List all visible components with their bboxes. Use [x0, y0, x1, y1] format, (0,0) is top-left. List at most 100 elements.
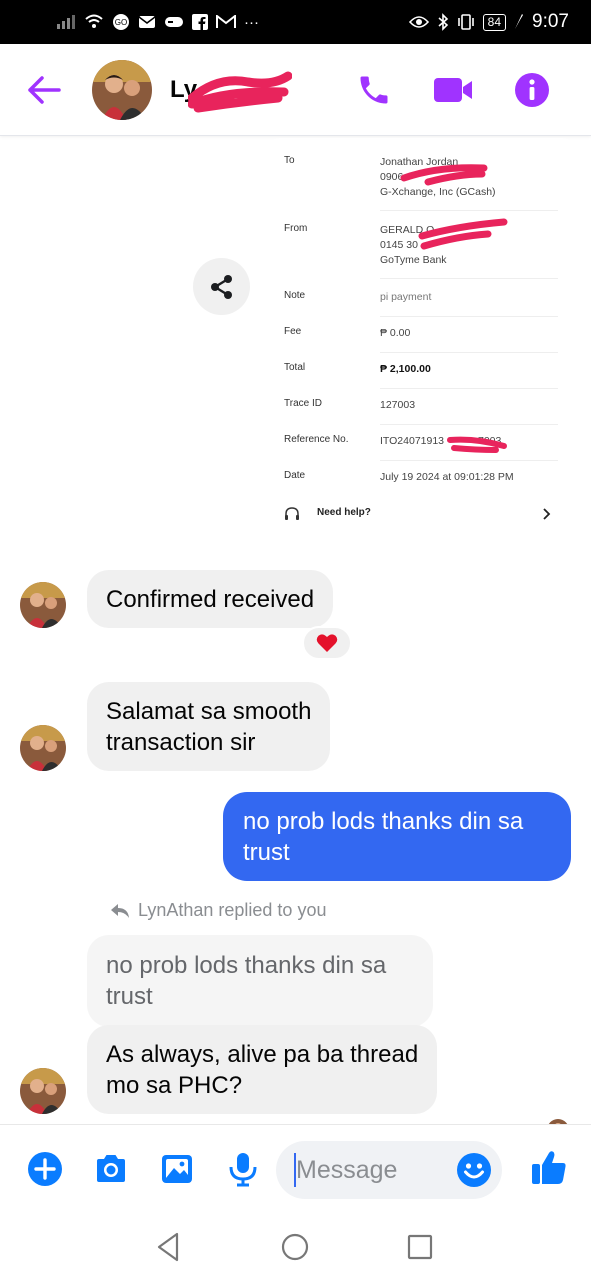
receipt-fee-row: Fee ₱ 0.00: [284, 326, 558, 362]
status-bar: GO ··· 84 9:07: [0, 0, 591, 44]
divider: [380, 316, 558, 317]
receipt-help-label: Need help?: [317, 507, 371, 518]
quoted-text-line: no prob lods thanks din sa: [106, 952, 387, 979]
receipt-date-label: Date: [284, 470, 306, 481]
receipt-trace-value: 127003: [380, 399, 416, 411]
message-text-line: Salamat sa smooth: [106, 698, 312, 725]
divider: [380, 278, 558, 279]
avatar-photo: [20, 582, 66, 628]
contact-avatar[interactable]: [92, 60, 152, 120]
plus-icon[interactable]: [27, 1151, 63, 1187]
redaction-scribble: [400, 164, 488, 186]
message-bubble-received[interactable]: As always, alive pa ba thread mo sa PHC?: [87, 1025, 438, 1114]
message-input-container[interactable]: [276, 1141, 502, 1199]
message-composer: [0, 1124, 591, 1216]
redaction-scribble: [418, 218, 508, 250]
receipt-reference-value: ITO24071913: [380, 435, 445, 447]
back-arrow-icon[interactable]: [26, 74, 62, 106]
camera-icon[interactable]: [93, 1151, 129, 1187]
share-icon: [210, 274, 232, 299]
message-text-line: trust: [243, 839, 290, 866]
message-input[interactable]: [296, 1151, 446, 1189]
svg-text:GO: GO: [115, 18, 127, 27]
facebook-icon: [192, 14, 208, 30]
avatar-photo: [92, 60, 152, 120]
receipt-help-row[interactable]: Need help?: [284, 506, 558, 530]
redaction-scribble: [447, 436, 507, 453]
battery-level: 84: [482, 13, 507, 31]
share-button[interactable]: [193, 258, 250, 315]
eye-icon: [408, 16, 429, 28]
heart-icon: [316, 634, 338, 652]
receipt-from-label: From: [284, 223, 308, 234]
clock: 9:07: [532, 11, 569, 32]
home-nav-icon[interactable]: [278, 1230, 312, 1264]
quoted-message[interactable]: no prob lods thanks din sa trust: [87, 935, 433, 1027]
chat-header: Ly: [0, 44, 591, 136]
receipt-fee-value: ₱ 0.00: [380, 327, 411, 339]
headset-icon: [285, 507, 299, 520]
avatar-photo: [20, 725, 66, 771]
message-text: Confirmed received: [106, 586, 315, 613]
gmail-icon: [216, 15, 236, 28]
receipt-total-row: Total ₱ 2,100.00: [284, 362, 558, 398]
system-navigation-bar: [0, 1216, 591, 1280]
divider: [380, 388, 558, 389]
receipt-from-number: 0145 30: [380, 239, 418, 251]
message-bubble-received[interactable]: Salamat sa smooth transaction sir: [87, 682, 331, 771]
signal-icon: [57, 15, 75, 29]
receipt-to-label: To: [284, 155, 295, 166]
quoted-text-line: trust: [106, 983, 153, 1010]
wifi-icon: [85, 14, 103, 28]
more-icon: ···: [244, 13, 259, 31]
back-nav-icon[interactable]: [152, 1230, 186, 1264]
receipt-image[interactable]: To Jonathan Jordan 0906 G-Xchange, Inc (…: [268, 138, 574, 538]
receipt-fee-label: Fee: [284, 326, 302, 337]
charging-icon: [515, 14, 524, 29]
sender-avatar[interactable]: [20, 582, 66, 628]
sender-avatar[interactable]: [20, 1068, 66, 1114]
emoji-icon[interactable]: [456, 1152, 492, 1188]
sender-avatar[interactable]: [20, 725, 66, 771]
microphone-icon[interactable]: [225, 1151, 261, 1187]
message-text-line: transaction sir: [106, 729, 256, 756]
receipt-note-value: pi payment: [380, 291, 432, 303]
message-text-line: mo sa PHC?: [106, 1072, 243, 1099]
thumbs-up-icon[interactable]: [530, 1149, 568, 1187]
receipt-to-bank: G-Xchange, Inc (GCash): [380, 186, 496, 198]
receipt-note-row: Note pi payment: [284, 290, 558, 326]
receipt-note-label: Note: [284, 290, 306, 301]
bluetooth-icon: [438, 13, 448, 31]
status-icons-right: 84 9:07: [408, 11, 569, 33]
reply-icon: [111, 903, 129, 918]
video-camera-icon[interactable]: [432, 74, 474, 106]
status-icons-left: GO ···: [56, 13, 259, 31]
message-text-line: no prob lods thanks din sa: [243, 808, 524, 835]
vibrate-icon: [457, 14, 474, 30]
receipt-trace-label: Trace ID: [284, 398, 322, 409]
phone-icon[interactable]: [356, 72, 392, 108]
reply-indicator-text: LynAthan replied to you: [138, 900, 327, 920]
info-icon[interactable]: [514, 72, 550, 108]
recents-nav-icon[interactable]: [403, 1230, 437, 1264]
divider: [380, 424, 558, 425]
receipt-date-value: July 19 2024 at 09:01:28 PM: [380, 471, 514, 483]
chevron-right-icon: [543, 508, 551, 520]
receipt-date-row: Date July 19 2024 at 09:01:28 PM: [284, 470, 558, 506]
receipt-total-value: ₱ 2,100.00: [380, 363, 431, 375]
mail-icon: [138, 16, 156, 28]
receipt-from-bank: GoTyme Bank: [380, 254, 447, 266]
reply-indicator: LynAthan replied to you: [110, 900, 326, 921]
message-bubble-received[interactable]: Confirmed received: [87, 570, 334, 628]
receipt-reference-row: Reference No. ITO24071913 7003: [284, 434, 558, 470]
avatar-photo: [20, 1068, 66, 1114]
receipt-total-label: Total: [284, 362, 306, 373]
divider: [380, 352, 558, 353]
receipt-trace-row: Trace ID 127003: [284, 398, 558, 434]
game-icon: [165, 17, 183, 27]
heart-reaction[interactable]: [302, 626, 352, 660]
gallery-icon[interactable]: [159, 1151, 195, 1187]
divider: [380, 210, 558, 211]
message-bubble-sent[interactable]: no prob lods thanks din sa trust: [223, 792, 571, 881]
name-redaction-scribble: [188, 71, 292, 113]
